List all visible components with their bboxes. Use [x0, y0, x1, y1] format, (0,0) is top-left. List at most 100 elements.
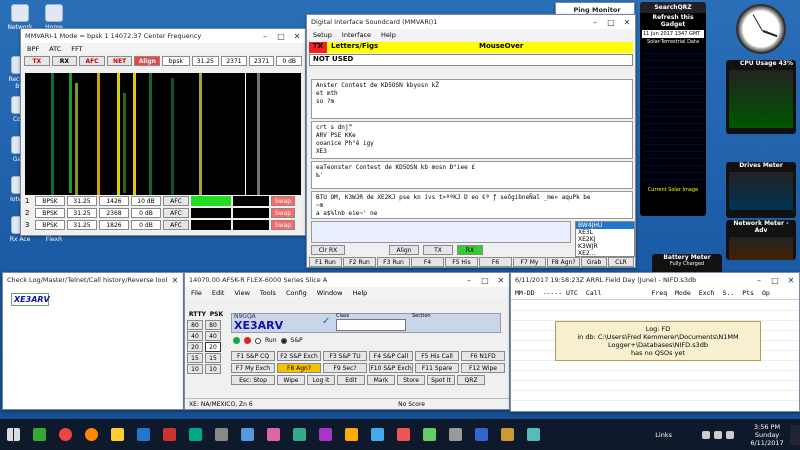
band-button[interactable]: 40 — [187, 331, 203, 341]
fkey-f7-button[interactable]: F7 My Exch — [231, 363, 275, 373]
run-radio[interactable] — [255, 337, 261, 344]
drives-gadget[interactable]: Drives Meter — [726, 162, 796, 218]
fkey-f11-button[interactable]: F11 Spare — [415, 363, 459, 373]
clear-rx-button[interactable]: Clr RX — [311, 245, 345, 255]
minimize-icon[interactable]: – — [257, 32, 273, 41]
menu-window[interactable]: Window — [317, 289, 343, 297]
mmvari-titlebar[interactable]: MMVARI-1 Mode = bpsk 1 14072.37 Center F… — [21, 29, 305, 43]
check-log-window[interactable]: Check Log/Master/Telnet/Call history/Rev… — [2, 272, 184, 410]
letters-figs-label[interactable]: Letters/Figs — [327, 42, 475, 53]
dis-align-button[interactable]: Align — [389, 245, 419, 255]
close-icon[interactable]: ✕ — [289, 32, 305, 41]
taskbar-app[interactable] — [183, 423, 207, 447]
maximize-icon[interactable]: □ — [477, 276, 493, 285]
store-button[interactable]: Store — [397, 375, 425, 385]
taskbar-app[interactable] — [417, 423, 441, 447]
fkey-f1-button[interactable]: F1 S&P CQ — [231, 351, 275, 361]
taskbar-app[interactable] — [521, 423, 545, 447]
taskbar-app[interactable] — [287, 423, 311, 447]
channel-mode[interactable]: BPSK — [35, 196, 65, 206]
network-gadget[interactable]: Network Meter - Adv — [726, 220, 796, 260]
align-button[interactable]: Align — [134, 56, 161, 66]
band-button[interactable]: 15 — [205, 353, 221, 363]
channel-swap-button[interactable]: Swap — [271, 220, 295, 230]
qrz-button[interactable]: QRZ — [457, 375, 485, 385]
macro-f7-button[interactable]: F7 My — [513, 257, 546, 267]
taskbar-app[interactable] — [235, 423, 259, 447]
entry-titlebar[interactable]: 14070.00 AFSK-R FLEX-6000 Series Slice A… — [185, 273, 509, 287]
dis-titlebar[interactable]: Digital Interface Soundcard (MMVARI)1– □ ✕ — [307, 15, 635, 29]
freq-field-1[interactable]: 2371 — [221, 56, 247, 66]
class-input[interactable] — [336, 319, 406, 331]
taskbar-app[interactable] — [339, 423, 363, 447]
channel-swap-button[interactable]: Swap — [271, 208, 295, 218]
taskbar-app[interactable] — [209, 423, 233, 447]
channel-freq[interactable]: 1426 — [99, 196, 129, 206]
fkey-f2-button[interactable]: F2 S&P Exch — [277, 351, 321, 361]
fkey-f6-button[interactable]: F6 N1FD — [461, 351, 505, 361]
taskbar-app[interactable] — [443, 423, 467, 447]
channel-speed[interactable]: 31.25 — [67, 220, 97, 230]
macro-f8-button[interactable]: F8 Agn? — [547, 257, 580, 267]
band-button[interactable]: 15 — [187, 353, 203, 363]
volume-tray-icon[interactable] — [714, 430, 722, 439]
close-icon[interactable]: ✕ — [167, 276, 183, 285]
taskbar-app[interactable] — [27, 423, 51, 447]
db-field[interactable]: 0 dB — [276, 56, 302, 66]
fkey-f4-button[interactable]: F4 S&P Call — [369, 351, 413, 361]
maximize-icon[interactable]: □ — [767, 276, 783, 285]
check-call-result[interactable]: XE3ARV — [11, 293, 50, 306]
dis-tx-button[interactable]: TX — [423, 245, 453, 255]
taskbar-app[interactable] — [105, 423, 129, 447]
macro-f4-button[interactable]: F4 — [411, 257, 444, 267]
menu-bpf[interactable]: BPF — [27, 45, 39, 53]
receive-pane-2[interactable]: crt s dnj™ ARV PSE KKe ooanice Ph°ê igy … — [311, 121, 633, 159]
channel-freq[interactable]: 1826 — [99, 220, 129, 230]
freq-field-2[interactable]: 2371 — [248, 56, 275, 66]
channel-afc-button[interactable]: AFC — [163, 208, 189, 218]
callsign-list-item[interactable]: XE2KJ — [576, 236, 634, 243]
channel-speed[interactable]: 31.25 — [67, 208, 97, 218]
transmit-pane[interactable] — [311, 221, 571, 243]
receive-pane-3[interactable]: eaTeonster Contest de KD5OSN kb mosn Ð°i… — [311, 161, 633, 189]
network-tray-icon[interactable] — [702, 430, 710, 439]
menu-config[interactable]: Config — [286, 289, 307, 297]
close-icon[interactable]: ✕ — [619, 18, 635, 27]
dis-rx-button[interactable]: RX — [457, 245, 483, 255]
net-button[interactable]: NET — [106, 56, 133, 66]
macro-f1-button[interactable]: F1 Run — [309, 257, 342, 267]
log-titlebar[interactable]: 6/11/2017 19:58:23Z ARRL Field Day (June… — [511, 273, 799, 287]
menu-view[interactable]: View — [234, 289, 249, 297]
taskbar-app[interactable] — [495, 423, 519, 447]
menu-tools[interactable]: Tools — [260, 289, 276, 297]
macro-f6-button[interactable]: F6 — [479, 257, 512, 267]
macro-f5-button[interactable]: F5 His — [445, 257, 478, 267]
links-toolbar[interactable]: Links — [655, 431, 672, 439]
taskbar-app[interactable] — [157, 423, 181, 447]
fkey-f3-button[interactable]: F3 S&P TU — [323, 351, 367, 361]
band-button[interactable]: 20 — [187, 342, 203, 352]
afc-button[interactable]: AFC — [79, 56, 105, 66]
digital-interface-window[interactable]: Digital Interface Soundcard (MMVARI)1– □ ✕… — [306, 14, 636, 268]
mark-button[interactable]: Mark — [367, 375, 395, 385]
spot-it-button[interactable]: Spot It — [427, 375, 455, 385]
channel-swap-button[interactable]: Swap — [271, 196, 295, 206]
solar-gadget[interactable]: SearchQRZ Refresh this Gadget 11 Jun 201… — [640, 2, 706, 216]
close-icon[interactable]: ✕ — [783, 276, 799, 285]
menu-file[interactable]: File — [191, 289, 202, 297]
callsign-list[interactable]: BW4JHU XE3L XE2KJ K3WJR XE2... — [575, 221, 635, 257]
mmvari-window[interactable]: MMVARI-1 Mode = bpsk 1 14072.37 Center F… — [20, 28, 306, 236]
callsign-list-item[interactable]: K3WJR — [576, 243, 634, 250]
receive-pane-1[interactable]: Anster Contest de KD5OSN kbyosn kŽ et mt… — [311, 79, 633, 119]
check-titlebar[interactable]: Check Log/Master/Telnet/Call history/Rev… — [3, 273, 183, 287]
clr-button[interactable]: CLR — [608, 257, 634, 267]
fkey-f9-button[interactable]: F9 Sec? — [323, 363, 367, 373]
taskbar-app[interactable] — [131, 423, 155, 447]
callsign-list-item[interactable]: XE3L — [576, 229, 634, 236]
menu-edit[interactable]: Edit — [212, 289, 225, 297]
edit-button[interactable]: Edit — [337, 375, 365, 385]
minimize-icon[interactable]: – — [751, 276, 767, 285]
gadget-refresh-label[interactable]: Refresh this Gadget — [640, 13, 706, 29]
call-input[interactable]: XE3ARV — [234, 319, 283, 332]
taskbar-app[interactable] — [53, 423, 77, 447]
